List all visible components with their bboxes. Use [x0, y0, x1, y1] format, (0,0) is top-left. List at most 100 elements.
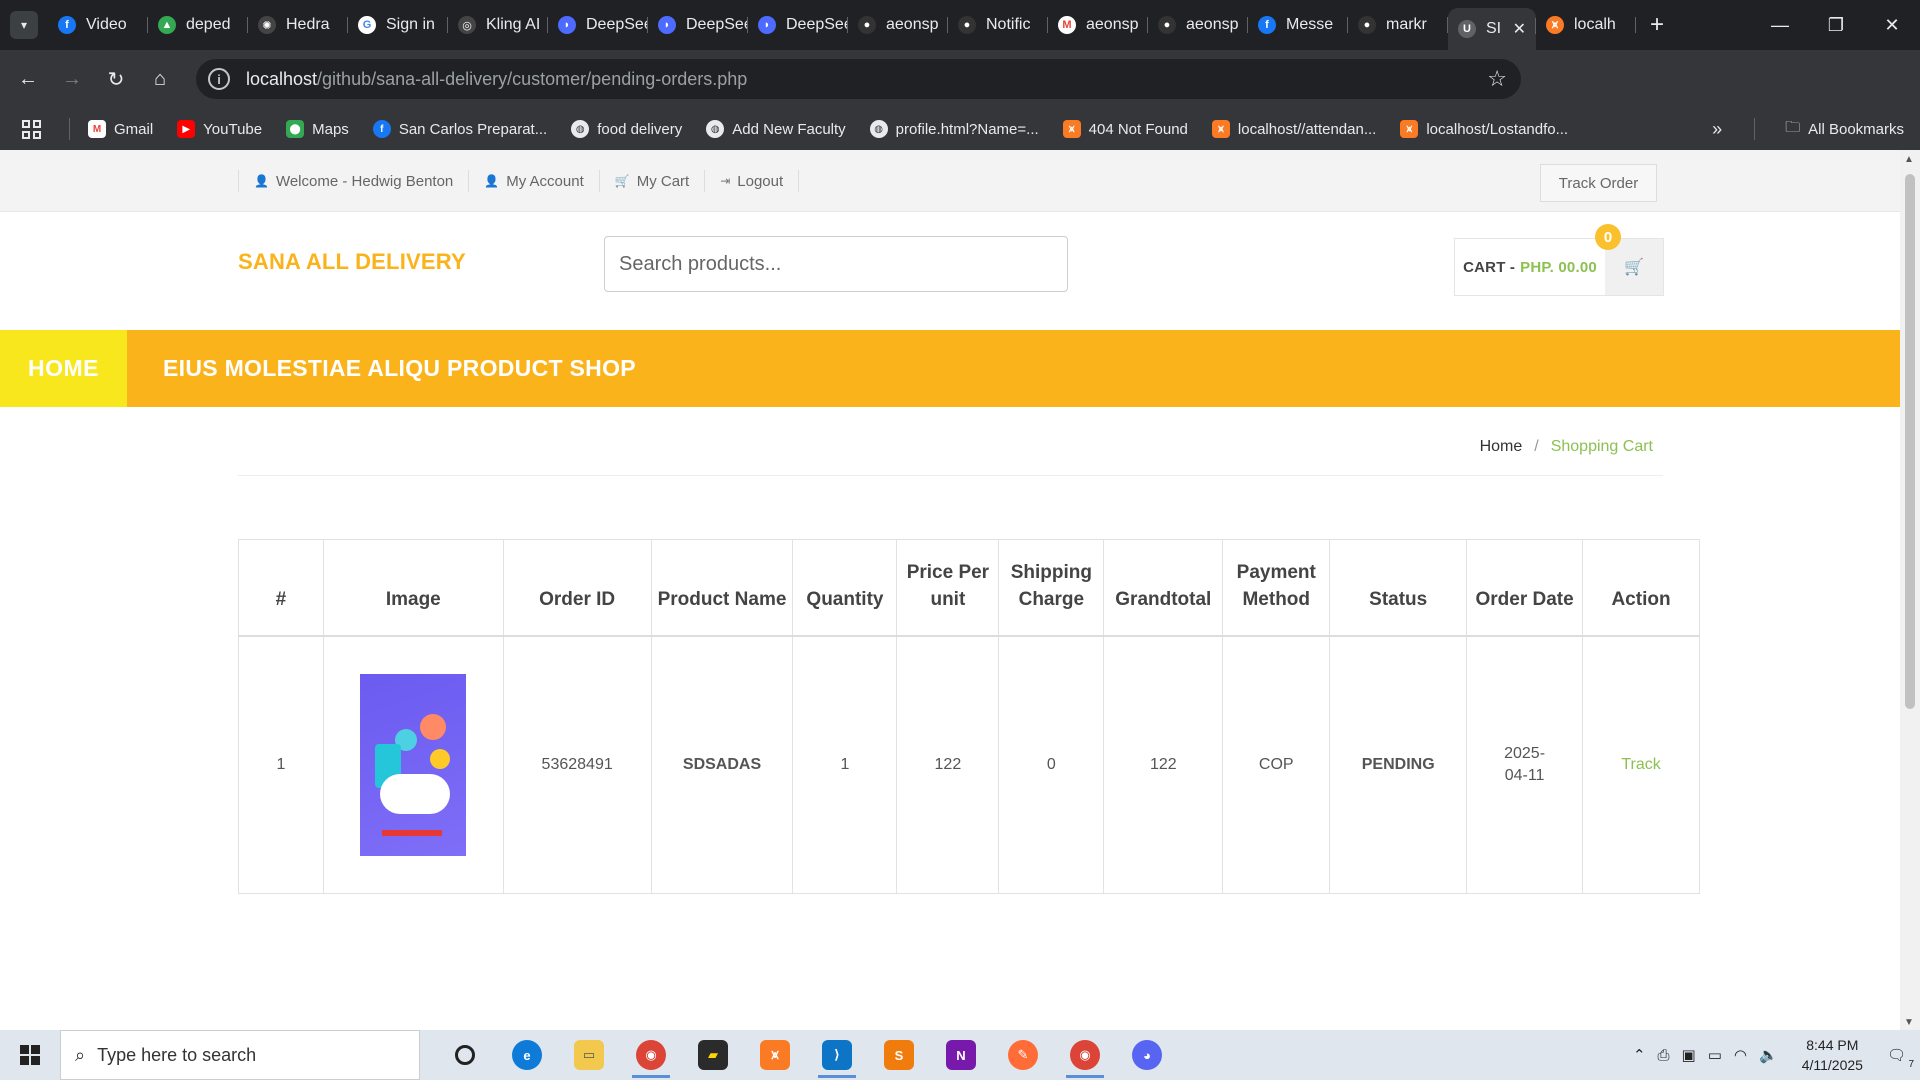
taskbar-sticky-notes[interactable]: ▰	[682, 1030, 744, 1080]
kling-icon: ◎	[458, 16, 476, 34]
taskbar-chrome[interactable]: ◉	[620, 1030, 682, 1080]
home-icon[interactable]: ⌂	[138, 59, 182, 99]
bookmark-maps[interactable]: ⬤ Maps	[286, 120, 349, 138]
folder-icon: ▭	[574, 1040, 604, 1070]
nav-shop[interactable]: EIUS MOLESTIAE ALIQU PRODUCT SHOP	[163, 355, 636, 382]
bookmark-lostandfound[interactable]: ⩙ localhost/Lostandfo...	[1400, 120, 1568, 138]
scrollbar-thumb[interactable]	[1905, 174, 1915, 709]
taskbar-explorer[interactable]: ▭	[558, 1030, 620, 1080]
address-bar[interactable]: i localhost/github/sana-all-delivery/cus…	[196, 59, 1521, 99]
browser-tab[interactable]: G Sign in	[348, 7, 448, 43]
clock[interactable]: 8:44 PM 4/11/2025	[1802, 1035, 1863, 1075]
browser-tab[interactable]: f Video	[48, 7, 148, 43]
taskbar-postman[interactable]: ✎	[992, 1030, 1054, 1080]
bookmark-youtube[interactable]: ▶ YouTube	[177, 120, 262, 138]
bookmark-san-carlos[interactable]: f San Carlos Preparat...	[372, 120, 547, 138]
browser-tab[interactable]: ◗DeepSeek	[648, 7, 748, 43]
browser-tab[interactable]: ● aeonsp	[1148, 7, 1248, 43]
scroll-up-icon[interactable]: ▲	[1904, 154, 1914, 165]
cart-icon: 🛒	[614, 174, 630, 188]
track-link[interactable]: Track	[1621, 756, 1660, 773]
bookmark-add-faculty[interactable]: ◍ Add New Faculty	[706, 120, 846, 138]
url-text[interactable]: localhost/github/sana-all-delivery/custo…	[246, 69, 747, 90]
column-header: Shipping Charge	[998, 539, 1105, 637]
track-order-button[interactable]: Track Order	[1540, 164, 1657, 202]
bookmark-star-icon[interactable]: ☆	[1487, 66, 1507, 92]
taskbar-edge[interactable]: e	[496, 1030, 558, 1080]
product-image[interactable]	[360, 673, 467, 856]
taskbar-sublime[interactable]: S	[868, 1030, 930, 1080]
search-input[interactable]	[604, 236, 1068, 292]
notifications-icon[interactable]: 🗨 7	[1887, 1046, 1914, 1070]
close-tab-icon[interactable]: ✕	[1513, 19, 1526, 39]
display-icon[interactable]: ▣	[1682, 1046, 1696, 1064]
chevron-double-right-icon[interactable]: »	[1712, 119, 1722, 140]
browser-tab[interactable]: ● aeonsp	[848, 7, 948, 43]
taskbar-discord[interactable]: ◕	[1116, 1030, 1178, 1080]
apps-grid-icon[interactable]	[22, 119, 41, 139]
chevron-up-icon[interactable]: ⌃	[1633, 1046, 1646, 1064]
table-header-row: # Image Order ID Product Name Quantity P…	[238, 539, 1700, 637]
xampp-icon: ⩙	[1546, 16, 1564, 34]
user-icon: 👤	[484, 174, 500, 188]
taskbar-vscode[interactable]: ⟩	[806, 1030, 868, 1080]
sticky-notes-icon: ▰	[698, 1040, 728, 1070]
browser-tab[interactable]: ● Notific	[948, 7, 1048, 43]
new-tab-button[interactable]: +	[1650, 11, 1664, 39]
product-name: SDSADAS	[651, 635, 794, 894]
order-id: 53628491	[503, 635, 652, 894]
back-arrow-icon[interactable]: ←	[6, 59, 50, 99]
tab-strip: ▾ f Video ▲ deped ✺ Hedra G Sign in ◎ Kling A…	[0, 0, 1920, 50]
all-bookmarks-button[interactable]: 🗀 All Bookmarks	[1785, 117, 1904, 142]
cortana-button[interactable]	[434, 1030, 496, 1080]
tab-search-button[interactable]: ▾	[10, 11, 38, 39]
gmail-icon: M	[1058, 16, 1076, 34]
breadcrumb-home[interactable]: Home	[1480, 438, 1523, 456]
taskbar-chrome-profile[interactable]: ◉	[1054, 1030, 1116, 1080]
reload-icon[interactable]: ↻	[94, 59, 138, 99]
start-button[interactable]	[0, 1030, 60, 1080]
cart-summary[interactable]: CART - PHP. 00.00 🛒	[1454, 238, 1664, 296]
bookmark-404[interactable]: ⩙ 404 Not Found	[1062, 120, 1188, 138]
browser-tab[interactable]: ▲ deped	[148, 7, 248, 43]
browser-tab[interactable]: ⩙ localh	[1536, 7, 1636, 43]
gmail-icon: M	[88, 120, 106, 138]
cortana-icon	[455, 1045, 475, 1065]
browser-tab[interactable]: ◗DeepSeek	[548, 7, 648, 43]
browser-tab[interactable]: ◎ Kling AI	[448, 7, 548, 43]
browser-tab[interactable]: Maeonsp	[1048, 7, 1148, 43]
taskbar-xampp[interactable]: ⩙	[744, 1030, 806, 1080]
wifi-icon[interactable]: ◠	[1734, 1046, 1747, 1064]
taskbar-search[interactable]: ⌕ Type here to search	[60, 1030, 420, 1080]
action-cell: Track	[1582, 635, 1700, 894]
browser-tab[interactable]: ● markr	[1348, 7, 1448, 43]
active-browser-tab[interactable]: U SI ✕	[1448, 8, 1536, 50]
my-cart-link[interactable]: 🛒 My Cart	[598, 170, 704, 192]
volume-icon[interactable]: 🔈	[1759, 1046, 1778, 1064]
minimize-icon[interactable]: —	[1752, 0, 1808, 50]
browser-tab[interactable]: ✺ Hedra	[248, 7, 348, 43]
xampp-icon: ⩙	[760, 1040, 790, 1070]
page-scrollbar[interactable]: ▲ ▼	[1900, 150, 1920, 1030]
battery-icon[interactable]: ▭	[1708, 1046, 1722, 1064]
maps-icon: ⬤	[286, 120, 305, 138]
bookmark-food-delivery[interactable]: ◍ food delivery	[571, 120, 682, 138]
forward-arrow-icon[interactable]: →	[50, 59, 94, 99]
restore-icon[interactable]: ❐	[1808, 0, 1864, 50]
meet-now-icon[interactable]: ⎙	[1658, 1047, 1670, 1064]
site-logo[interactable]: SANA ALL DELIVERY	[238, 249, 466, 275]
browser-tab[interactable]: f Messe	[1248, 7, 1348, 43]
welcome-link[interactable]: 👤 Welcome - Hedwig Benton	[238, 170, 468, 192]
bookmark-profile[interactable]: ◍ profile.html?Name=...	[869, 120, 1039, 138]
bookmark-attendance[interactable]: ⩙ localhost//attendan...	[1211, 120, 1376, 138]
nav-home[interactable]: HOME	[0, 330, 127, 407]
close-window-icon[interactable]: ✕	[1864, 0, 1920, 50]
bookmark-gmail[interactable]: M Gmail	[88, 120, 153, 138]
browser-tab[interactable]: ◗DeepSeek	[748, 7, 848, 43]
google-drive-icon: ▲	[158, 16, 176, 34]
logout-link[interactable]: ⇥ Logout	[704, 170, 800, 192]
my-account-link[interactable]: 👤 My Account	[468, 170, 599, 192]
taskbar-onenote[interactable]: N	[930, 1030, 992, 1080]
site-info-icon[interactable]: i	[208, 68, 230, 90]
scroll-down-icon[interactable]: ▼	[1904, 1017, 1914, 1028]
